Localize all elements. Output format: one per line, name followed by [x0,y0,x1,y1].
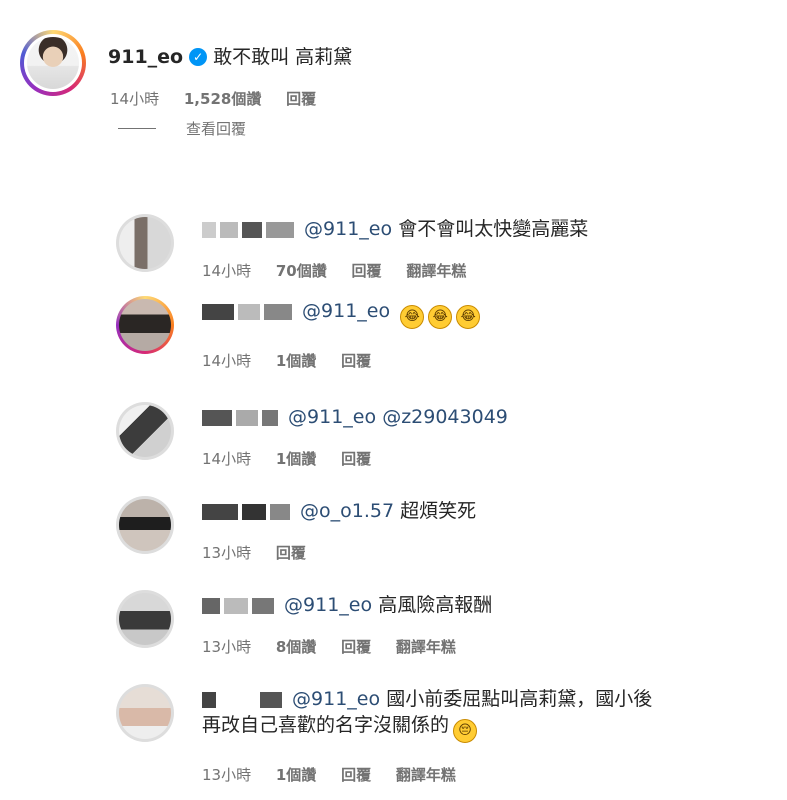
reply-text: 會不會叫太快變高麗菜 [398,218,589,240]
verified-badge-icon: ✓ [189,48,208,66]
reply-button[interactable]: 回覆 [341,766,371,784]
reply-text-line: @911_eo 高風險高報酬 [202,592,492,618]
like-count[interactable]: 1,528個讚 [184,90,261,108]
reply-avatar[interactable] [116,590,174,648]
translate-button[interactable]: 翻譯年糕 [396,766,456,784]
view-replies-button[interactable]: 查看回覆 [118,118,246,139]
main-comment-line: 911_eo ✓ 敢不敢叫 高莉黛 [108,42,352,69]
reply-mention[interactable]: @911_eo [288,406,376,428]
reply-text-line: @911_eo 😂 😂 😂 [202,298,481,329]
rofl-emoji-icon: 😂 [428,305,453,329]
rofl-emoji-icon: 😂 [400,305,425,329]
reply-button[interactable]: 回覆 [276,544,306,562]
reply-meta: 13小時 回覆 [202,542,326,563]
reply-button[interactable]: 回覆 [341,450,371,468]
pensive-emoji-icon: 😔 [453,719,478,743]
reply-mention-second[interactable]: @z29043049 [382,406,508,428]
reply-time: 13小時 [202,638,252,656]
comment-time: 14小時 [110,90,160,108]
view-replies-label: 查看回覆 [186,120,247,138]
reply-avatar[interactable] [116,214,174,272]
main-comment-meta: 14小時 1,528個讚 回覆 [110,88,336,109]
reply-text: 高風險高報酬 [378,594,493,616]
reply-text-line: @911_eo @z29043049 [202,404,508,430]
author-username[interactable]: 911_eo [108,46,183,68]
reply-like-count[interactable]: 70個讚 [276,262,327,280]
reply-text-line: @o_o1.57 超煩笑死 [202,498,476,524]
reply-like-count[interactable]: 1個讚 [276,352,316,370]
reply-mention[interactable]: @911_eo [302,300,390,322]
translate-button[interactable]: 翻譯年糕 [406,262,466,280]
reply-meta: 13小時 1個讚 回覆 翻譯年糕 [202,764,476,785]
reply-meta: 13小時 8個讚 回覆 翻譯年糕 [202,636,476,657]
reply-button[interactable]: 回覆 [341,638,371,656]
reply-avatar[interactable] [116,684,174,742]
reply-mention[interactable]: @911_eo [284,594,372,616]
view-replies-divider [118,128,156,129]
reply-text: 國小前委屈點叫高莉黛，國小後 [386,688,653,710]
reply-time: 14小時 [202,352,252,370]
reply-text-line: @911_eo 國小前委屈點叫高莉黛，國小後 再改自己喜歡的名字沒關係的 😔 [202,686,652,743]
reply-time: 14小時 [202,262,252,280]
reply-button[interactable]: 回覆 [352,262,382,280]
reply-text-line: @911_eo 會不會叫太快變高麗菜 [202,216,588,242]
reply-avatar[interactable] [116,496,174,554]
reply-button[interactable]: 回覆 [341,352,371,370]
reply-like-count[interactable]: 8個讚 [276,638,316,656]
reply-avatar[interactable] [116,402,174,460]
reply-text: 超煩笑死 [400,500,477,522]
reply-mention[interactable]: @911_eo [304,218,392,240]
rofl-emoji-icon: 😂 [456,305,481,329]
reply-button[interactable]: 回覆 [286,90,316,108]
author-avatar[interactable] [20,30,86,96]
reply-time: 13小時 [202,766,252,784]
reply-like-count[interactable]: 1個讚 [276,450,316,468]
reply-text-continued: 再改自己喜歡的名字沒關係的 [202,714,450,736]
main-comment-text: 敢不敢叫 高莉黛 [213,46,353,68]
reply-meta: 14小時 1個讚 回覆 [202,448,391,469]
reply-meta: 14小時 1個讚 回覆 [202,350,391,371]
reply-meta: 14小時 70個讚 回覆 翻譯年糕 [202,260,486,281]
reply-time: 13小時 [202,544,252,562]
translate-button[interactable]: 翻譯年糕 [396,638,456,656]
reply-mention[interactable]: @911_eo [292,688,380,710]
reply-time: 14小時 [202,450,252,468]
reply-like-count[interactable]: 1個讚 [276,766,316,784]
reply-avatar[interactable] [116,296,174,354]
reply-mention[interactable]: @o_o1.57 [300,500,394,522]
